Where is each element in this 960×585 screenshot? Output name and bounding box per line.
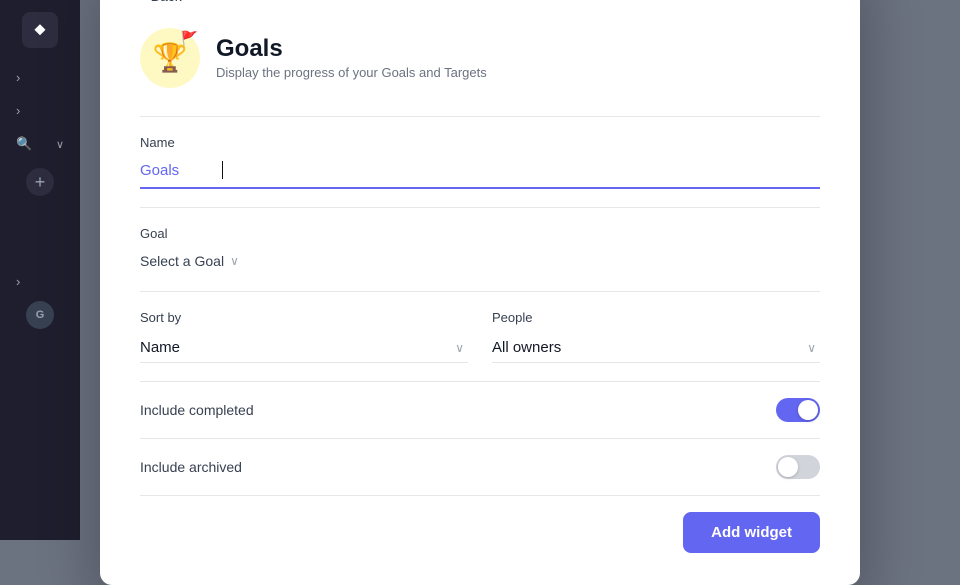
include-completed-label: Include completed — [140, 402, 254, 418]
include-archived-toggle[interactable] — [776, 455, 820, 479]
people-col: People All owners Me My team ∨ — [492, 310, 820, 363]
flag-icon: 🚩 — [181, 30, 198, 47]
goal-dropdown[interactable]: Select a Goal ∨ — [140, 249, 820, 273]
goal-chevron-icon: ∨ — [230, 254, 239, 268]
sort-select-wrapper: Name Created Due Date ∨ — [140, 333, 468, 363]
sort-select[interactable]: Name Created Due Date — [140, 333, 468, 363]
text-cursor — [222, 161, 223, 179]
close-icon: × — [818, 0, 830, 3]
name-label: Name — [140, 135, 820, 150]
name-section: Name Goals — [140, 116, 820, 207]
people-select[interactable]: All owners Me My team — [492, 333, 820, 363]
modal-title-text: Goals Display the progress of your Goals… — [216, 35, 487, 80]
sort-label: Sort by — [140, 310, 468, 325]
modal-title-row: 🏆 🚩 Goals Display the progress of your G… — [140, 28, 820, 88]
sort-col: Sort by Name Created Due Date ∨ — [140, 310, 468, 363]
include-completed-toggle[interactable] — [776, 398, 820, 422]
include-archived-row: Include archived — [140, 438, 820, 496]
add-widget-button[interactable]: Add widget — [683, 512, 820, 553]
close-button[interactable]: × — [808, 0, 840, 8]
chevron-left-icon: ‹ — [140, 0, 145, 4]
sort-people-section: Sort by Name Created Due Date ∨ People A… — [140, 291, 820, 381]
goal-label: Goal — [140, 226, 820, 241]
name-value[interactable]: Goals — [140, 158, 220, 183]
include-completed-row: Include completed — [140, 381, 820, 438]
modal-overlay: ‹ Back × 🏆 🚩 Goals Display the progress … — [0, 0, 960, 540]
back-button[interactable]: ‹ Back — [140, 0, 820, 4]
goals-modal: ‹ Back × 🏆 🚩 Goals Display the progress … — [100, 0, 860, 585]
goal-section: Goal Select a Goal ∨ — [140, 207, 820, 291]
people-select-wrapper: All owners Me My team ∨ — [492, 333, 820, 363]
people-label: People — [492, 310, 820, 325]
toggle-knob-archived — [778, 457, 798, 477]
toggle-knob-completed — [798, 400, 818, 420]
goal-placeholder: Select a Goal — [140, 253, 224, 269]
goals-icon-wrapper: 🏆 🚩 — [140, 28, 200, 88]
include-archived-label: Include archived — [140, 459, 242, 475]
modal-footer: Add widget — [140, 496, 820, 553]
back-label: Back — [151, 0, 182, 4]
modal-title: Goals — [216, 35, 487, 63]
modal-subtitle: Display the progress of your Goals and T… — [216, 65, 487, 80]
